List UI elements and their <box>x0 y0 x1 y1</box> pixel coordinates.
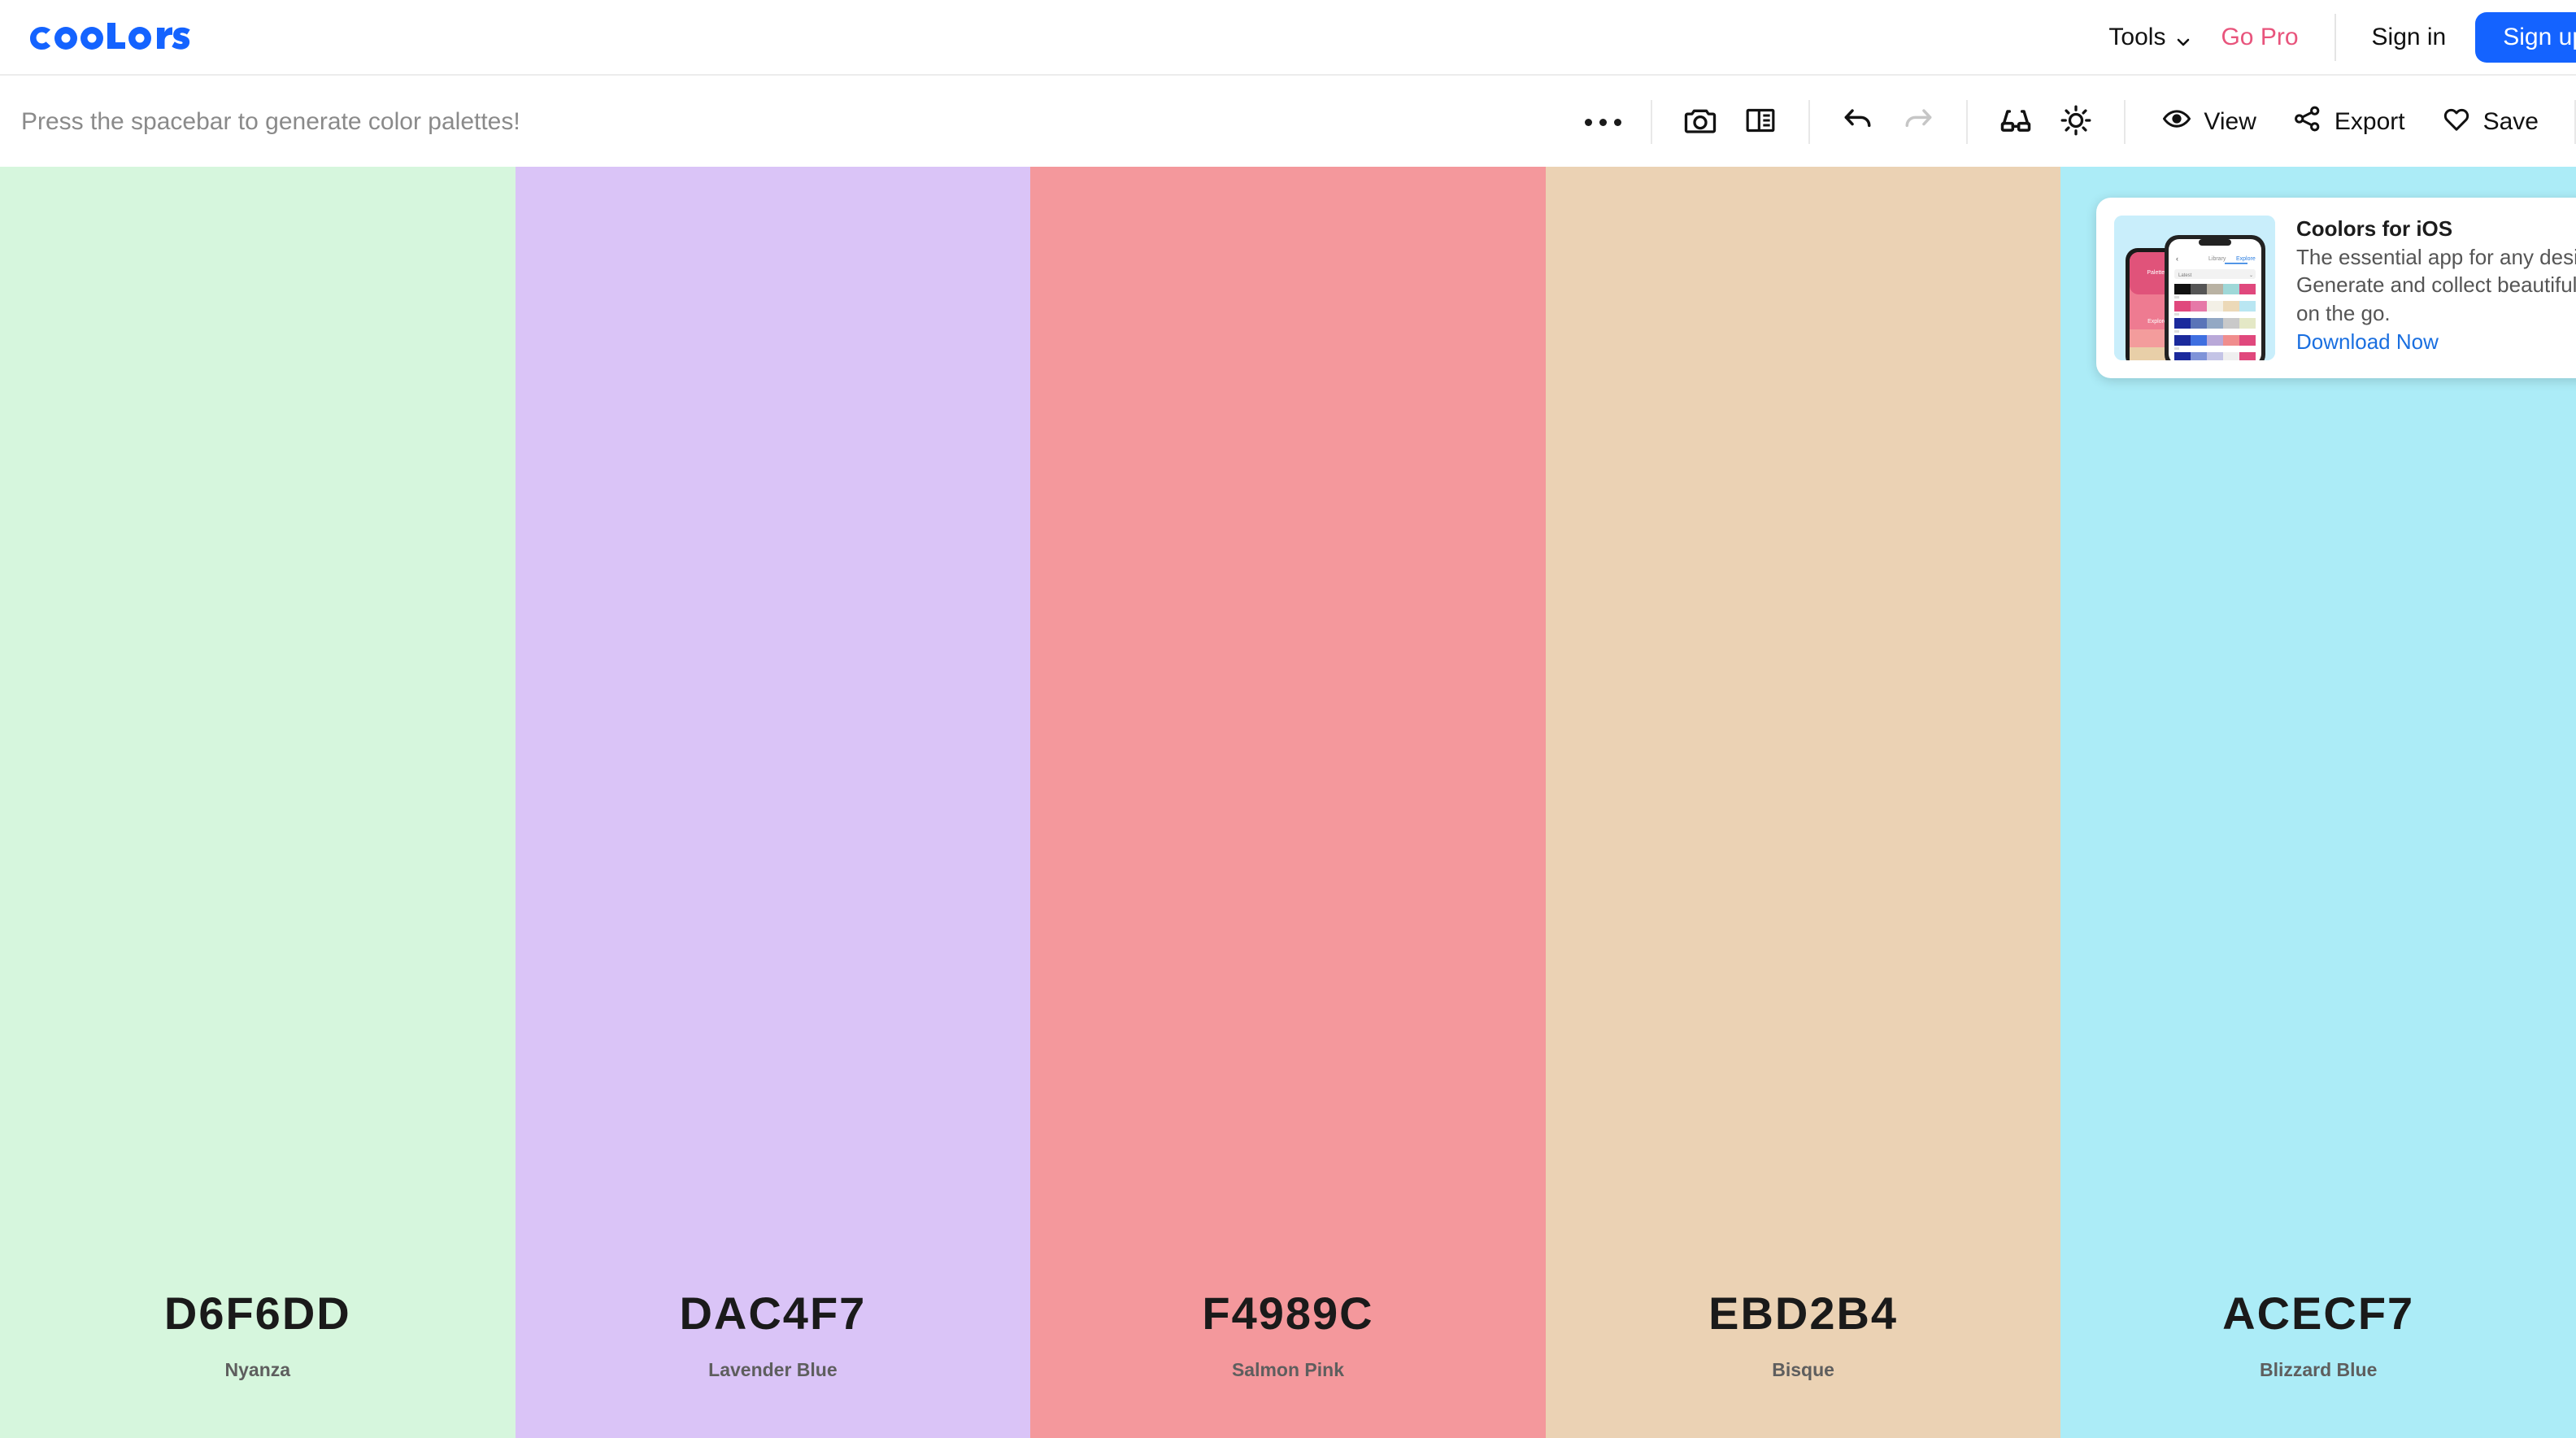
save-button[interactable]: Save <box>2423 103 2556 141</box>
layout-panel-icon <box>1744 104 1777 141</box>
undo-icon <box>1840 102 1876 142</box>
coolors-app: Tools Go Pro Sign in Sign up Press the s… <box>0 0 2576 1438</box>
nav-item-go-pro[interactable]: Go Pro <box>2213 0 2319 74</box>
sign-up-label: Sign up <box>2503 23 2576 50</box>
swatch-hex-code[interactable]: DAC4F7 <box>679 1287 866 1340</box>
export-button[interactable]: Export <box>2274 103 2423 141</box>
more-options-button[interactable] <box>1573 92 1633 152</box>
svg-text:Library: Library <box>2208 256 2226 262</box>
ad-download-link[interactable]: Download Now <box>2296 328 2576 356</box>
glasses-icon <box>1998 102 2034 142</box>
color-swatch-dac4f7[interactable]: DAC4F7 Lavender Blue <box>515 167 1031 1438</box>
svg-text:Explore: Explore <box>2147 319 2167 325</box>
ad-title: Coolors for iOS <box>2296 216 2453 241</box>
share-icon <box>2292 103 2323 141</box>
swatch-hex-code[interactable]: EBD2B4 <box>1708 1287 1898 1340</box>
swatch-hex-code[interactable]: ACECF7 <box>2222 1287 2414 1340</box>
export-label: Export <box>2334 108 2405 135</box>
nav-tools-label: Tools <box>2108 23 2166 50</box>
toolbar-controls: View Export Save <box>1573 77 2576 167</box>
nav-right-group: Tools Go Pro Sign in Sign up <box>2087 0 2576 74</box>
swatch-hex-code[interactable]: D6F6DD <box>164 1287 351 1340</box>
svg-text:Latest: Latest <box>2178 273 2192 278</box>
camera-icon <box>1683 103 1717 142</box>
nav-divider <box>2334 13 2336 61</box>
color-swatch-f4989c[interactable]: F4989C Salmon Pink <box>1030 167 1546 1438</box>
swatch-color-name: Bisque <box>1772 1359 1834 1380</box>
colorblind-view-button[interactable] <box>1986 92 2046 152</box>
sign-in-button[interactable]: Sign in <box>2351 0 2468 74</box>
swatch-color-name: Salmon Pink <box>1231 1359 1344 1380</box>
toolbar-separator <box>1808 100 1811 144</box>
iphone-mockup-icon: Palettes Explore ‹ Library Explore Lates… <box>2114 216 2275 360</box>
swatch-hex-code[interactable]: F4989C <box>1202 1287 1373 1340</box>
brightness-button[interactable] <box>2046 92 2106 152</box>
sun-icon <box>2059 103 2093 142</box>
coolors-wordmark-icon <box>30 22 190 50</box>
redo-button[interactable] <box>1888 92 1948 152</box>
swatch-color-name: Nyanza <box>224 1359 291 1380</box>
camera-button[interactable] <box>1670 92 1730 152</box>
adjust-layout-button[interactable] <box>1730 92 1791 152</box>
ad-text-body: Coolors for iOS The essential app for an… <box>2296 216 2576 355</box>
sign-up-button[interactable]: Sign up <box>2475 11 2576 63</box>
color-swatch-ebd2b4[interactable]: EBD2B4 Bisque <box>1545 167 2061 1438</box>
toolbar-separator <box>2124 100 2126 144</box>
nav-item-tools[interactable]: Tools <box>2087 0 2213 74</box>
svg-text:Explore: Explore <box>2236 256 2256 262</box>
swatch-color-name: Lavender Blue <box>708 1359 838 1380</box>
iphone-app-screenshot: Palettes Explore ‹ Library Explore Lates… <box>2114 216 2275 360</box>
ios-app-ad-panel[interactable]: Palettes Explore ‹ Library Explore Lates… <box>2096 198 2576 378</box>
save-label: Save <box>2482 108 2539 135</box>
spacebar-hint: Press the spacebar to generate color pal… <box>21 108 520 135</box>
palette-toolbar: Press the spacebar to generate color pal… <box>0 77 2576 167</box>
svg-text:‹: ‹ <box>2176 255 2178 263</box>
go-pro-label: Go Pro <box>2221 23 2299 50</box>
swatch-color-name: Blizzard Blue <box>2259 1359 2378 1380</box>
chevron-down-icon <box>2175 29 2191 46</box>
top-navigation-bar: Tools Go Pro Sign in Sign up <box>0 0 2576 76</box>
more-horizontal-icon <box>1584 118 1621 126</box>
toolbar-separator <box>1651 100 1653 144</box>
coolors-logo[interactable] <box>28 21 190 54</box>
sign-in-label: Sign in <box>2371 23 2447 50</box>
toolbar-separator <box>1966 100 1969 144</box>
svg-text:⌄: ⌄ <box>2249 273 2253 278</box>
view-label: View <box>2204 108 2256 135</box>
ad-description: The essential app for any designer. Gene… <box>2296 244 2576 325</box>
undo-button[interactable] <box>1828 92 1888 152</box>
heart-icon <box>2441 103 2472 141</box>
color-swatch-d6f6dd[interactable]: D6F6DD Nyanza <box>0 167 516 1438</box>
eye-icon <box>2161 103 2192 141</box>
view-button[interactable]: View <box>2143 103 2274 141</box>
redo-icon <box>1900 102 1936 142</box>
